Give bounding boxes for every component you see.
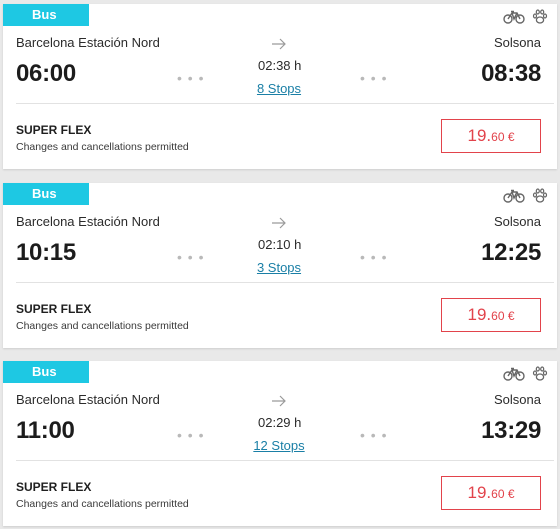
dots-left-icon: • • • xyxy=(177,427,205,443)
destination-station: Solsona xyxy=(494,392,541,407)
price-decimal: 60 € xyxy=(491,487,515,501)
transport-mode-badge: Bus xyxy=(3,183,89,205)
amenities xyxy=(503,365,548,383)
price-integer: 19. xyxy=(467,126,492,145)
bike-icon xyxy=(503,189,525,203)
divider xyxy=(16,103,554,104)
origin-station: Barcelona Estación Nord xyxy=(16,392,160,407)
departure-time: 10:15 xyxy=(16,239,76,266)
dots-left-icon: • • • xyxy=(177,249,205,265)
bike-icon xyxy=(503,367,525,381)
dots-right-icon: • • • xyxy=(360,70,388,86)
pet-paw-icon xyxy=(532,9,548,25)
trip-duration: 02:38 h xyxy=(258,58,302,73)
bike-icon xyxy=(503,10,525,24)
divider xyxy=(16,460,554,461)
transport-mode-badge: Bus xyxy=(3,4,89,26)
origin-station: Barcelona Estación Nord xyxy=(16,214,160,229)
price-integer: 19. xyxy=(467,305,492,324)
dots-right-icon: • • • xyxy=(360,427,388,443)
fare-name: SUPER FLEX xyxy=(16,123,92,137)
arrival-time: 08:38 xyxy=(481,60,541,87)
trip-card[interactable]: Bus Barcelona Estación Nord Solsona 06:0… xyxy=(3,4,557,169)
pet-paw-icon xyxy=(532,188,548,204)
trip-card[interactable]: Bus Barcelona Estación Nord Solsona 11:0… xyxy=(3,361,557,526)
amenities xyxy=(503,187,548,205)
dots-right-icon: • • • xyxy=(360,249,388,265)
fare-name: SUPER FLEX xyxy=(16,302,92,316)
arrow-right-icon xyxy=(272,217,286,229)
stops-link[interactable]: 3 Stops xyxy=(223,260,335,275)
price-button[interactable]: 19.60 € xyxy=(441,476,541,510)
divider xyxy=(16,282,554,283)
price-decimal: 60 € xyxy=(491,130,515,144)
amenities xyxy=(503,8,548,26)
departure-time: 11:00 xyxy=(16,417,75,444)
pet-paw-icon xyxy=(532,366,548,382)
price-integer: 19. xyxy=(467,483,492,502)
departure-time: 06:00 xyxy=(16,60,76,87)
destination-station: Solsona xyxy=(494,214,541,229)
stops-link[interactable]: 8 Stops xyxy=(223,81,335,96)
transport-mode-badge: Bus xyxy=(3,361,89,383)
price-button[interactable]: 19.60 € xyxy=(441,298,541,332)
dots-left-icon: • • • xyxy=(177,70,205,86)
origin-station: Barcelona Estación Nord xyxy=(16,35,160,50)
trip-duration: 02:10 h xyxy=(258,237,302,252)
arrow-right-icon xyxy=(272,38,286,50)
trip-duration: 02:29 h xyxy=(258,415,302,430)
destination-station: Solsona xyxy=(494,35,541,50)
arrival-time: 13:29 xyxy=(481,417,541,444)
arrow-right-icon xyxy=(272,395,286,407)
fare-name: SUPER FLEX xyxy=(16,480,92,494)
arrival-time: 12:25 xyxy=(481,239,541,266)
price-decimal: 60 € xyxy=(491,309,515,323)
price-button[interactable]: 19.60 € xyxy=(441,119,541,153)
trip-card[interactable]: Bus Barcelona Estación Nord Solsona 10:1… xyxy=(3,183,557,348)
fare-description: Changes and cancellations permitted xyxy=(16,320,189,332)
fare-description: Changes and cancellations permitted xyxy=(16,498,189,510)
stops-link[interactable]: 12 Stops xyxy=(223,438,335,453)
fare-description: Changes and cancellations permitted xyxy=(16,141,189,153)
